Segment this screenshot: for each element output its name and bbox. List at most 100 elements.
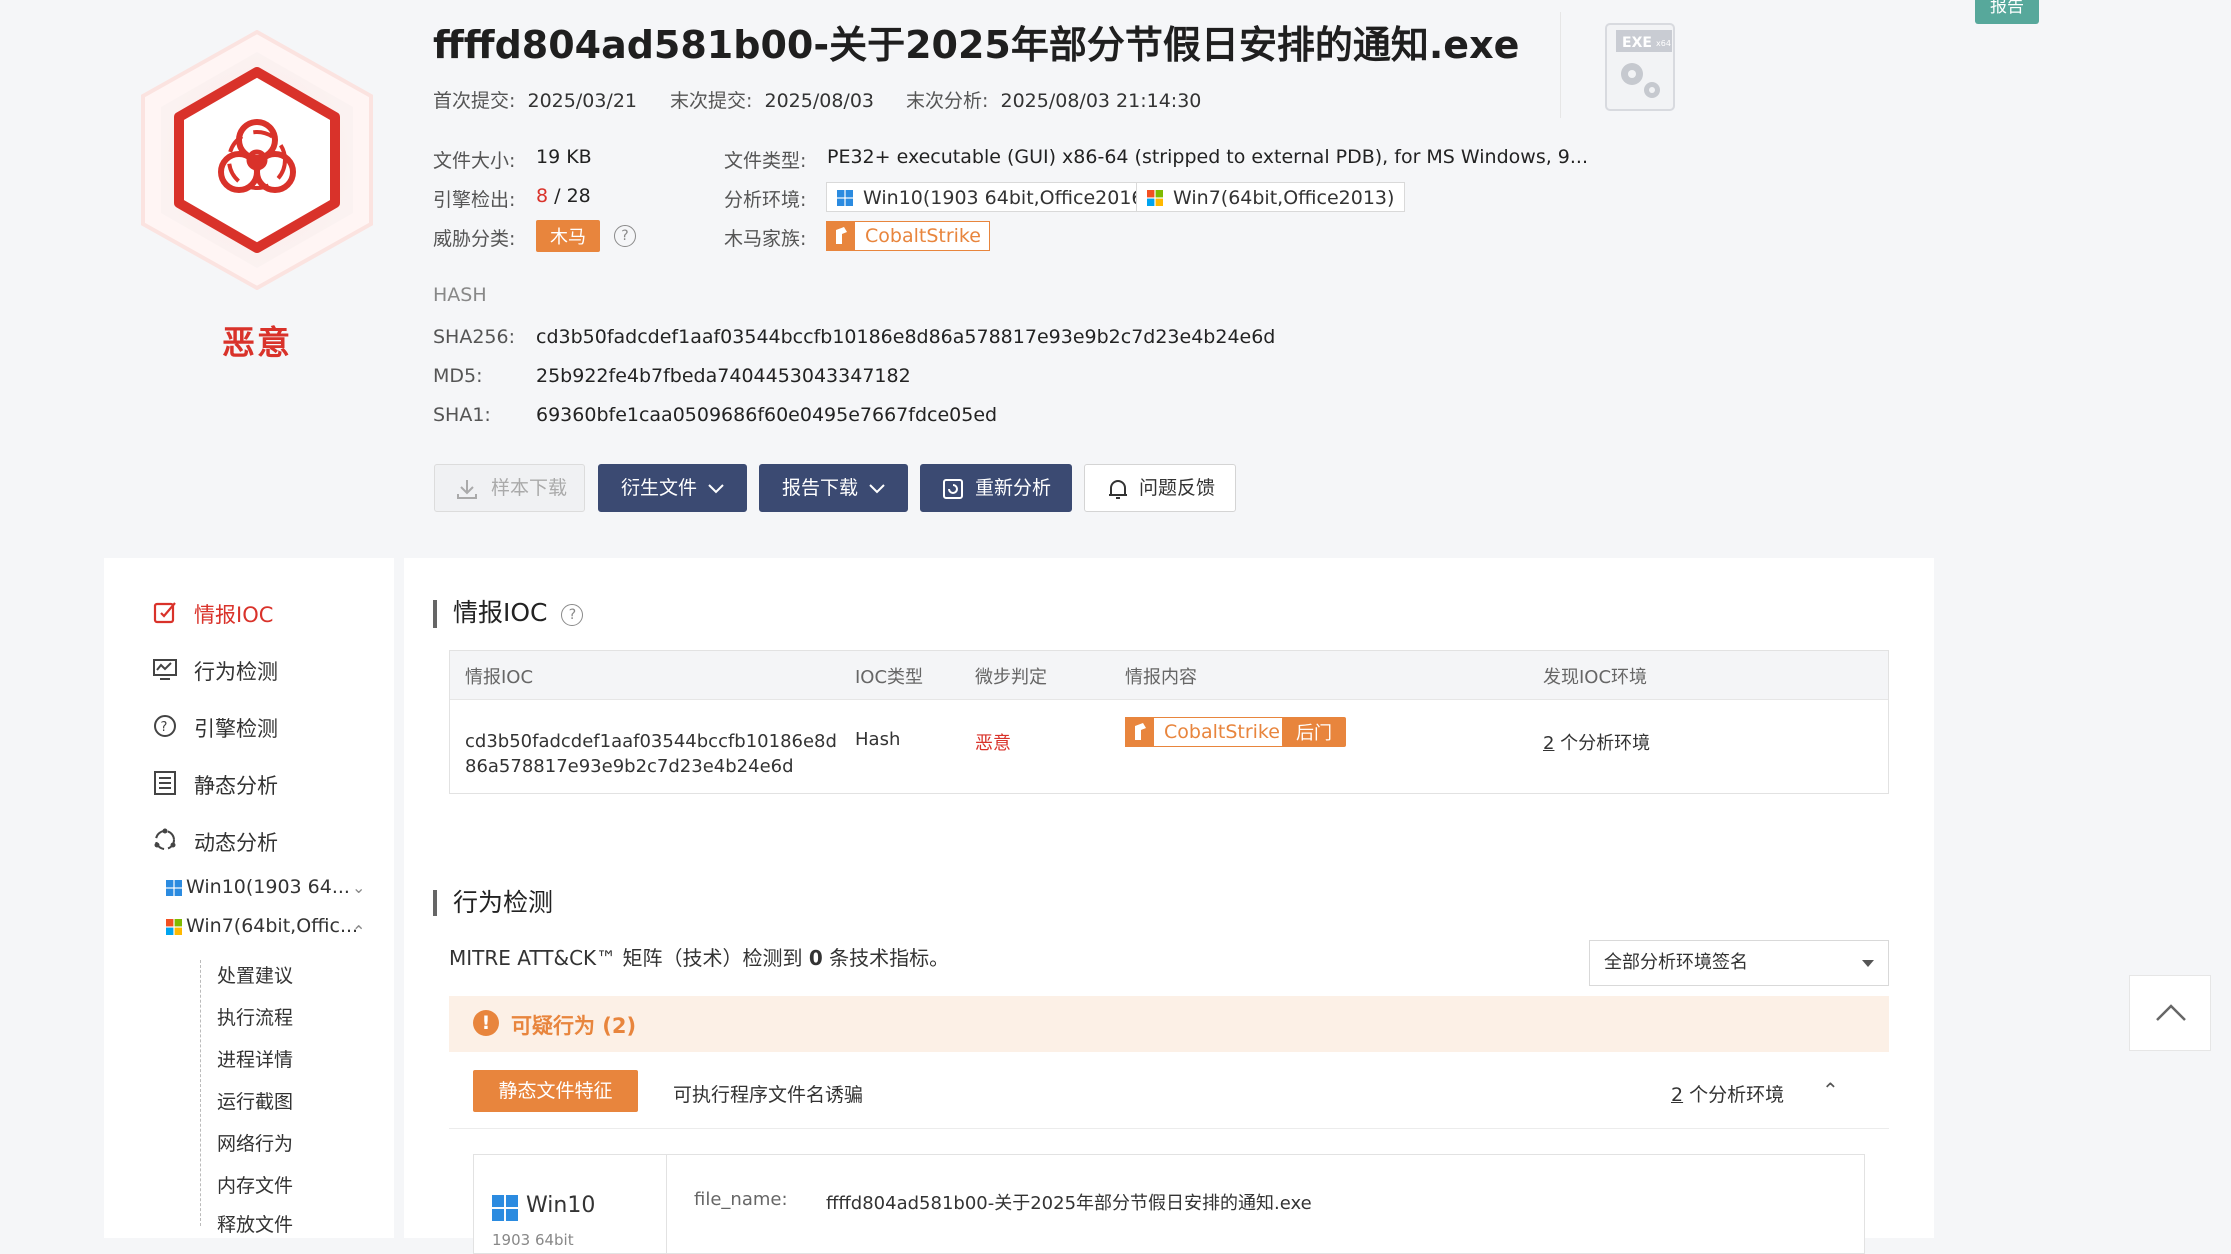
windows-icon bbox=[166, 880, 182, 896]
header-divider bbox=[1560, 12, 1561, 118]
reanalyze-button[interactable]: 重新分析 bbox=[920, 464, 1072, 512]
ioc-col-type: IOC类型 bbox=[855, 667, 924, 688]
tree-guide bbox=[200, 960, 201, 1226]
svg-text:x64: x64 bbox=[1656, 39, 1671, 48]
chevron-up-icon[interactable]: ⌃ bbox=[1822, 1078, 1839, 1102]
static-feature-env-count[interactable]: 2 个分析环境 bbox=[1671, 1080, 1784, 1107]
hash-title: HASH bbox=[433, 284, 487, 306]
ioc-verdict: 恶意 bbox=[975, 733, 1011, 754]
last-analysis: 末次分析: 2025/08/03 21:14:30 bbox=[906, 90, 1202, 112]
chevron-down-icon[interactable]: ⌄ bbox=[352, 878, 365, 897]
cycle-icon bbox=[154, 828, 176, 850]
chevron-down-icon bbox=[708, 484, 724, 494]
last-submit: 末次提交: 2025/08/03 bbox=[670, 90, 875, 112]
first-submit: 首次提交: 2025/03/21 bbox=[433, 90, 638, 112]
bell-icon bbox=[1109, 480, 1127, 499]
download-icon bbox=[457, 480, 477, 499]
edit-icon bbox=[153, 602, 176, 624]
sha256-value[interactable]: cd3b50fadcdef1aaf03544bccfb10186e8d86a57… bbox=[536, 326, 1275, 348]
ioc-backdoor-tag: 后门 bbox=[1282, 717, 1346, 747]
threat-label: 威胁分类: bbox=[433, 228, 516, 250]
signature-env-select[interactable]: 全部分析环境签名 bbox=[1589, 940, 1889, 986]
ioc-family-chip[interactable]: CobaltStrike bbox=[1125, 717, 1289, 747]
report-tag[interactable]: 报告 bbox=[1975, 0, 2039, 24]
divider bbox=[449, 1128, 1889, 1129]
windows-icon bbox=[166, 919, 182, 935]
env-chip-win10[interactable]: Win10(1903 64bit,Office2016) bbox=[826, 182, 1162, 212]
env-label: 分析环境: bbox=[724, 189, 807, 211]
windows-icon bbox=[492, 1195, 518, 1221]
help-icon[interactable]: ? bbox=[614, 225, 636, 247]
windows-icon bbox=[1147, 190, 1163, 206]
type-value: PE32+ executable (GUI) x86-64 (stripped … bbox=[827, 146, 1589, 168]
ioc-env-count[interactable]: 2 个分析环境 bbox=[1543, 729, 1650, 755]
sha1-value[interactable]: 69360bfe1caa0509686f60e0495e7667fdce05ed bbox=[536, 404, 997, 426]
md5-value[interactable]: 25b922fe4b7fbeda7404453043347182 bbox=[536, 365, 911, 387]
monitor-icon bbox=[153, 659, 177, 680]
tree-item-network[interactable]: 网络行为 bbox=[217, 1129, 293, 1156]
tree-item-process[interactable]: 进程详情 bbox=[217, 1045, 293, 1072]
ioc-col-ioc: 情报IOC bbox=[465, 667, 534, 688]
ioc-type: Hash bbox=[855, 729, 901, 750]
tree-item-dropped[interactable]: 释放文件 bbox=[217, 1210, 293, 1237]
static-feature-tag: 静态文件特征 bbox=[473, 1070, 638, 1112]
refresh-icon bbox=[943, 479, 963, 499]
ioc-section-title: 情报IOC ? bbox=[433, 600, 584, 628]
threat-tag: 木马 bbox=[536, 220, 600, 252]
type-label: 文件类型: bbox=[724, 150, 807, 172]
env-detail-name: Win10 bbox=[526, 1193, 596, 1218]
ioc-value[interactable]: cd3b50fadcdef1aaf03544bccfb10186e8d 86a5… bbox=[465, 729, 837, 779]
report-download-button[interactable]: 报告下载 bbox=[759, 464, 908, 512]
family-icon bbox=[827, 222, 855, 250]
biohazard-icon bbox=[135, 29, 379, 291]
static-feature-desc: 可执行程序文件名诱骗 bbox=[673, 1084, 864, 1106]
file-name-label: file_name: bbox=[694, 1189, 788, 1210]
derived-files-button[interactable]: 衍生文件 bbox=[598, 464, 747, 512]
windows-icon bbox=[837, 190, 853, 206]
ioc-table: 情报IOC IOC类型 微步判定 情报内容 发现IOC环境 cd3b50fadc… bbox=[449, 650, 1889, 794]
engine-value[interactable]: 8 / 28 bbox=[536, 185, 591, 207]
warning-icon: ! bbox=[473, 1010, 499, 1036]
env-chip-win7[interactable]: Win7(64bit,Office2013) bbox=[1136, 182, 1406, 212]
svg-text:?: ? bbox=[161, 720, 168, 735]
env-detail-env: Win10 1903 64bit bbox=[474, 1155, 667, 1253]
mitre-summary: MITRE ATT&CK™ 矩阵（技术）检测到 0 条技术指标。 bbox=[449, 946, 950, 970]
help-icon: ? bbox=[154, 715, 176, 737]
exe-file-icon: EXE x64 bbox=[1604, 22, 1676, 112]
family-icon bbox=[1126, 718, 1154, 746]
engine-label: 引擎检出: bbox=[433, 189, 516, 211]
file-title: ffffd804ad581b00-关于2025年部分节假日安排的通知.exe bbox=[433, 23, 1520, 67]
caret-down-icon bbox=[1862, 960, 1874, 967]
chevron-down-icon bbox=[869, 484, 885, 494]
sample-download-button[interactable]: 样本下载 bbox=[434, 464, 585, 512]
tree-item-advice[interactable]: 处置建议 bbox=[217, 961, 293, 988]
behavior-section-title: 行为检测 bbox=[433, 890, 553, 916]
list-icon bbox=[154, 771, 176, 795]
family-label: 木马家族: bbox=[724, 228, 807, 250]
md5-label: MD5: bbox=[433, 365, 483, 387]
verdict-label: 恶意 bbox=[222, 323, 292, 362]
suspicious-label: 可疑行为 (2) bbox=[511, 1014, 637, 1038]
tree-item-flow[interactable]: 执行流程 bbox=[217, 1003, 293, 1030]
svg-text:EXE: EXE bbox=[1622, 35, 1652, 51]
chevron-up-icon[interactable]: ⌃ bbox=[352, 922, 365, 941]
size-label: 文件大小: bbox=[433, 150, 516, 172]
size-value: 19 KB bbox=[536, 146, 592, 168]
ioc-table-header: 情报IOC IOC类型 微步判定 情报内容 发现IOC环境 bbox=[450, 651, 1888, 700]
tree-item-screenshot[interactable]: 运行截图 bbox=[217, 1087, 293, 1114]
file-name-value: ffffd804ad581b00-关于2025年部分节假日安排的通知.exe bbox=[826, 1193, 1312, 1214]
ioc-col-verdict: 微步判定 bbox=[975, 667, 1047, 688]
tree-item-memory[interactable]: 内存文件 bbox=[217, 1171, 293, 1198]
sha1-label: SHA1: bbox=[433, 404, 491, 426]
env-detail-card: Win10 1903 64bit file_name: ffffd804ad58… bbox=[473, 1154, 1865, 1254]
ioc-col-content: 情报内容 bbox=[1125, 667, 1197, 688]
feedback-button[interactable]: 问题反馈 bbox=[1084, 464, 1236, 512]
scroll-top-icon bbox=[2156, 1004, 2186, 1021]
verdict-badge: 恶意 bbox=[135, 29, 379, 362]
family-chip[interactable]: CobaltStrike bbox=[826, 221, 990, 251]
sha256-label: SHA256: bbox=[433, 326, 516, 348]
env-detail-sub: 1903 64bit bbox=[492, 1231, 574, 1249]
suspicious-behavior-bar[interactable]: ! 可疑行为 (2) bbox=[449, 996, 1889, 1052]
ioc-col-env: 发现IOC环境 bbox=[1543, 667, 1648, 688]
scroll-top-button[interactable] bbox=[2129, 975, 2211, 1051]
